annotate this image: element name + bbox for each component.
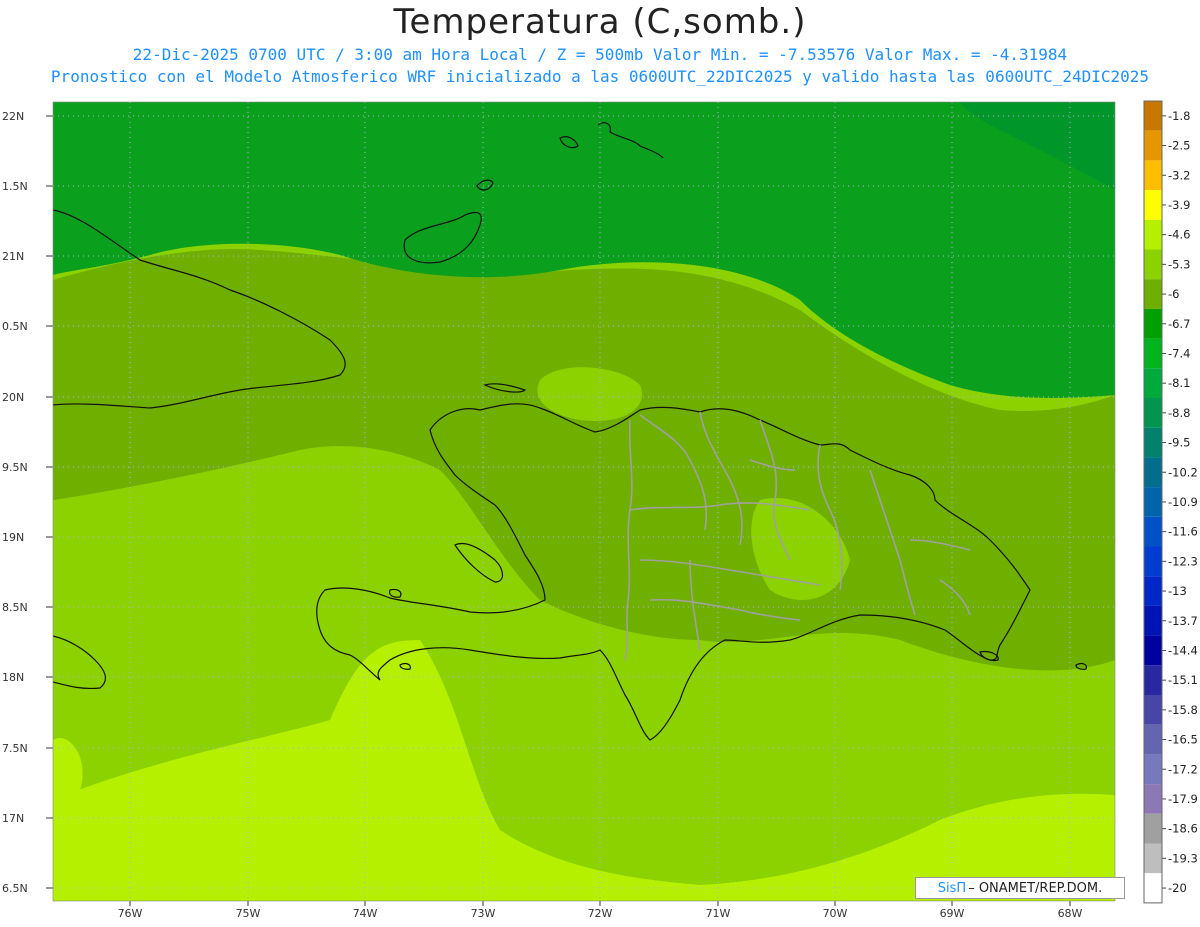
colorbar-swatch: [1144, 516, 1162, 547]
credit-box: SisΠ – ONAMET/REP.DOM.: [915, 877, 1125, 899]
lat-label: 18N: [2, 671, 24, 684]
lon-label: 76W: [118, 907, 143, 920]
lon-label: 75W: [236, 907, 261, 920]
colorbar-label: -3.2: [1168, 168, 1190, 182]
colorbar-label: -6.7: [1168, 317, 1190, 331]
colorbar-label: -5.3: [1168, 257, 1190, 271]
colorbar-label: -9.5: [1168, 436, 1190, 450]
colorbar-label: -4.6: [1168, 228, 1190, 242]
credit-text: – ONAMET/REP.DOM.: [968, 880, 1103, 896]
lat-labels: 22N 1.5N 21N 0.5N 20N 9.5N 19N 8.5N 18N …: [2, 110, 28, 895]
colorbar-label: -13: [1168, 584, 1187, 598]
colorbar-label: -15.1: [1168, 673, 1198, 687]
colorbar-swatch: [1144, 279, 1162, 309]
colorbar-swatch: [1144, 695, 1162, 725]
colorbar-swatch: [1144, 576, 1162, 606]
colorbar-swatch: [1144, 427, 1162, 458]
lon-label: 71W: [706, 907, 731, 920]
lat-label: 0.5N: [2, 320, 28, 333]
colorbar-label: -1.8: [1168, 109, 1190, 123]
lon-label: 73W: [471, 907, 496, 920]
lon-label: 72W: [588, 907, 613, 920]
lat-label: 1.5N: [2, 180, 28, 193]
colorbar-label: -20: [1168, 881, 1187, 895]
lat-label: 9.5N: [2, 461, 28, 474]
lat-label: 21N: [2, 250, 24, 263]
colorbar-swatch: [1144, 784, 1162, 814]
colorbar-label: -12.3: [1168, 554, 1198, 568]
lon-label: 69W: [940, 907, 965, 920]
colorbar-label: -10.2: [1168, 465, 1198, 479]
colorbar-swatch: [1144, 487, 1162, 517]
sispi-logo: SisΠ: [937, 880, 967, 896]
colorbar-label: -8.8: [1168, 406, 1190, 420]
lon-label: 70W: [823, 907, 848, 920]
colorbar-swatch: [1144, 130, 1162, 161]
colorbar-label: -8.1: [1168, 376, 1190, 390]
colorbar-label: -14.4: [1168, 643, 1198, 657]
lat-label: 22N: [2, 110, 24, 123]
lon-labels: 76W 75W 74W 73W 72W 71W 70W 69W 68W: [118, 907, 1083, 920]
colorbar-label: -6: [1168, 287, 1179, 301]
colorbar-label: -19.3: [1168, 851, 1198, 865]
colorbar-swatch: [1144, 605, 1162, 636]
temperature-field: [53, 102, 1115, 901]
colorbar-swatch: [1144, 219, 1162, 250]
colorbar-swatch: [1144, 190, 1162, 220]
colorbar-swatch: [1144, 843, 1162, 874]
lat-label: 17N: [2, 812, 24, 825]
colorbar-label: -13.7: [1168, 614, 1198, 628]
colorbar-swatch: [1144, 546, 1162, 577]
lon-ticks: [129, 901, 1071, 906]
colorbar-swatch: [1144, 873, 1162, 903]
colorbar-label: -7.4: [1168, 346, 1190, 360]
colorbar-label: -10.9: [1168, 495, 1198, 509]
lon-label: 68W: [1058, 907, 1083, 920]
lat-label: 20N: [2, 391, 24, 404]
colorbar-label: -18.6: [1168, 822, 1198, 836]
colorbar-swatch: [1144, 813, 1162, 844]
colorbar-swatch: [1144, 724, 1162, 755]
colorbar-swatch: [1144, 635, 1162, 666]
lat-label: 8.5N: [2, 601, 28, 614]
colorbar-label: -11.6: [1168, 525, 1198, 539]
colorbar-label: -2.5: [1168, 139, 1190, 153]
lat-label: 19N: [2, 531, 24, 544]
colorbar-label: -17.2: [1168, 762, 1198, 776]
colorbar-swatch: [1144, 368, 1162, 398]
colorbar-swatch: [1144, 457, 1162, 488]
colorbar-swatch: [1144, 665, 1162, 695]
colorbar-label: -17.9: [1168, 792, 1198, 806]
colorbar-label: -15.8: [1168, 703, 1198, 717]
colorbar-swatch: [1144, 101, 1162, 131]
lat-label: 7.5N: [2, 742, 28, 755]
colorbar-swatch: [1144, 160, 1162, 191]
colorbar-swatch: [1144, 398, 1162, 428]
colorbar-label: -3.9: [1168, 198, 1190, 212]
colorbar-swatch: [1144, 754, 1162, 785]
colorbar-swatch: [1144, 338, 1162, 369]
colorbar-label: -16.5: [1168, 733, 1198, 747]
forecast-map: 22N 1.5N 21N 0.5N 20N 9.5N 19N 8.5N 18N …: [2, 100, 1198, 920]
lat-label: 6.5N: [2, 882, 28, 895]
colorbar-swatch: [1144, 249, 1162, 280]
lat-ticks: [46, 115, 53, 889]
lon-label: 74W: [353, 907, 378, 920]
colorbar-swatch: [1144, 308, 1162, 339]
colorbar: -1.8 -2.5 -3.2 -3.9 -4.6 -5.3 -6 -6.7 -7.4 -8.1 -8…: [1143, 100, 1198, 904]
